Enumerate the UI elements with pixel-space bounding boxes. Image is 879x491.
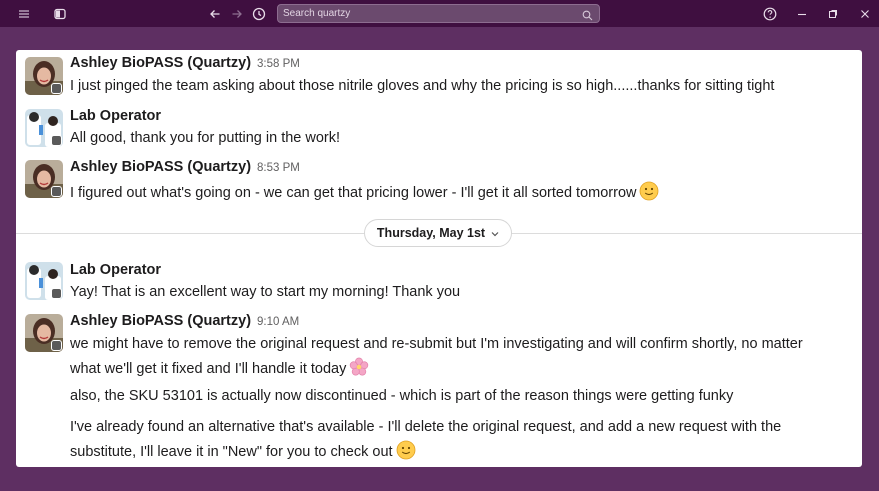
help-icon[interactable] xyxy=(761,5,779,23)
status-badge xyxy=(51,288,62,299)
timestamp[interactable]: 3:58 PM xyxy=(257,58,300,70)
search-icon xyxy=(582,8,593,26)
menu-icon[interactable] xyxy=(15,5,33,23)
history-icon[interactable] xyxy=(250,5,268,23)
status-badge xyxy=(51,135,62,146)
cherry-blossom-icon xyxy=(349,357,369,381)
title-bar: Search quartzy xyxy=(0,0,879,27)
forward-arrow-icon[interactable] xyxy=(228,5,246,23)
search-placeholder: Search quartzy xyxy=(283,8,351,19)
sidebar-toggle-icon[interactable] xyxy=(51,5,69,23)
message-text: I figured out what's going on - we can g… xyxy=(70,181,659,205)
slightly-smiling-face-icon xyxy=(639,181,659,205)
author-name[interactable]: Ashley BioPASS (Quartzy) 3:58 PM xyxy=(70,55,300,71)
slightly-smiling-face-icon xyxy=(396,440,416,464)
minimize-icon[interactable] xyxy=(793,5,811,23)
status-badge xyxy=(51,340,62,351)
author-name[interactable]: Ashley BioPASS (Quartzy) 9:10 AM xyxy=(70,313,299,329)
message-text: also, the SKU 53101 is actually now disc… xyxy=(70,388,734,404)
avatar[interactable] xyxy=(25,314,63,352)
chevron-down-icon xyxy=(491,224,499,242)
author-name[interactable]: Lab Operator xyxy=(70,262,161,278)
message-text: I just pinged the team asking about thos… xyxy=(70,78,775,94)
status-badge xyxy=(51,186,62,197)
close-icon[interactable] xyxy=(856,5,874,23)
author-name[interactable]: Lab Operator xyxy=(70,108,161,124)
message-text: I've already found an alternative that's… xyxy=(70,419,782,435)
message-text: we might have to remove the original req… xyxy=(70,336,803,352)
avatar[interactable] xyxy=(25,57,63,95)
timestamp[interactable]: 8:53 PM xyxy=(257,162,300,174)
restore-icon[interactable] xyxy=(824,5,842,23)
message-text: substitute, I'll leave it in "New" for y… xyxy=(70,440,416,464)
search-input[interactable]: Search quartzy xyxy=(277,4,600,23)
message-pane: Ashley BioPASS (Quartzy) 3:58 PM I just p… xyxy=(16,50,862,467)
message-text: what we'll get it fixed and I'll handle … xyxy=(70,357,369,381)
avatar[interactable] xyxy=(25,160,63,198)
date-label: Thursday, May 1st xyxy=(376,226,486,240)
avatar[interactable] xyxy=(25,109,63,147)
avatar[interactable] xyxy=(25,262,63,300)
back-arrow-icon[interactable] xyxy=(206,5,224,23)
message-text: All good, thank you for putting in the w… xyxy=(70,130,341,146)
status-badge xyxy=(51,83,62,94)
timestamp[interactable]: 9:10 AM xyxy=(257,316,299,328)
author-name[interactable]: Ashley BioPASS (Quartzy) 8:53 PM xyxy=(70,159,300,175)
date-divider-button[interactable]: Thursday, May 1st xyxy=(364,219,512,247)
message-text: Yay! That is an excellent way to start m… xyxy=(70,284,461,300)
